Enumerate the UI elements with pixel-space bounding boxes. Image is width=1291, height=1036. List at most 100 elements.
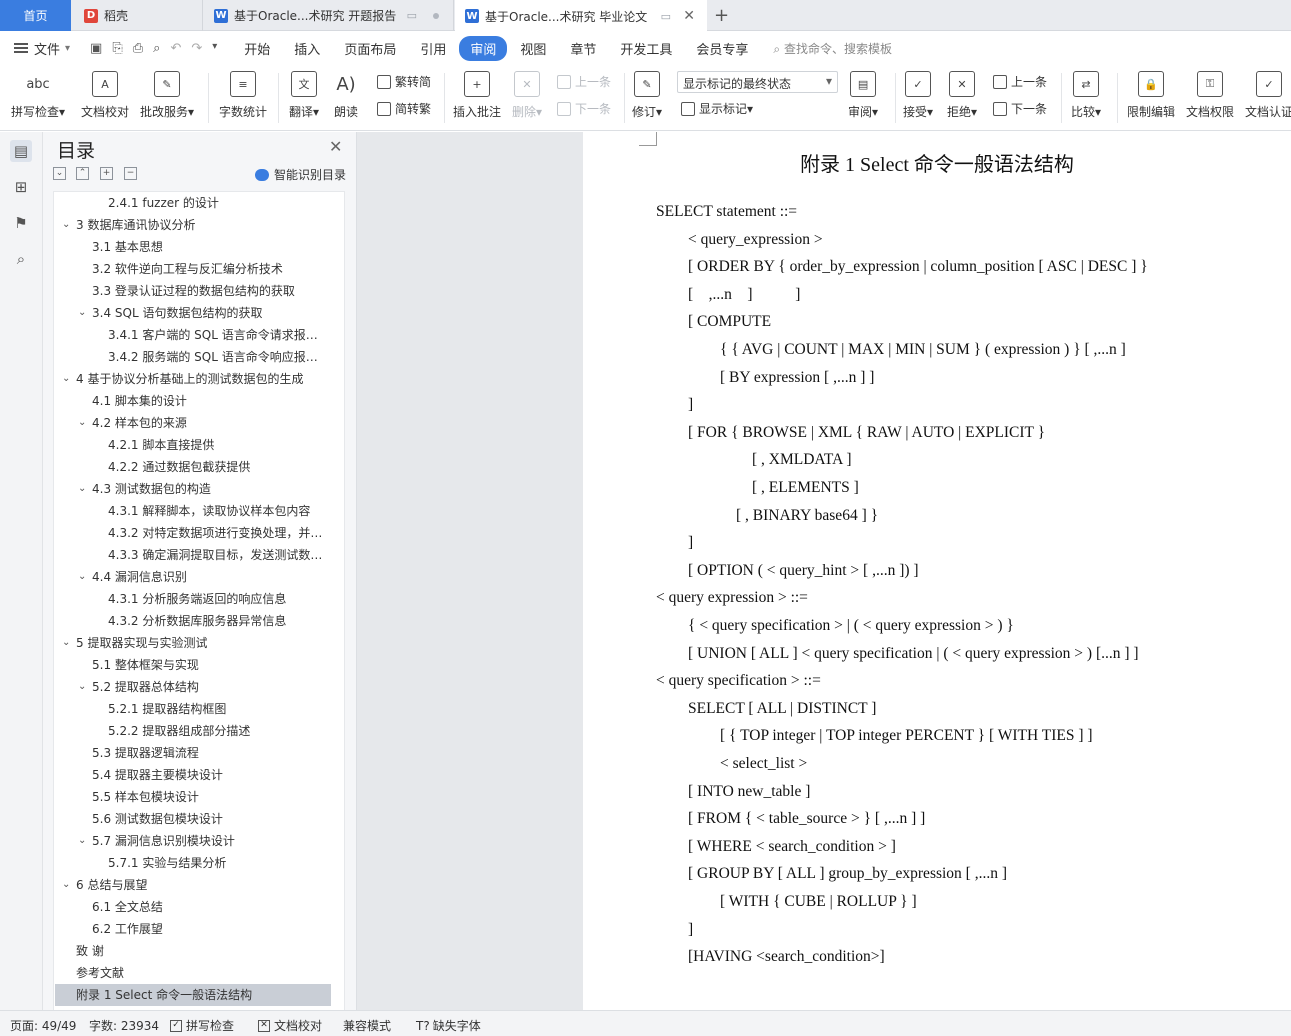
reject-button[interactable]: ✕ 拒绝▾ <box>947 67 977 120</box>
document-page[interactable]: 附录 1 Select 命令一般语法结构 SELECT statement ::… <box>583 132 1291 1010</box>
close-icon[interactable]: ✕ <box>329 137 342 156</box>
doc-permission-button[interactable]: ⚿ 文档权限 <box>1186 67 1234 120</box>
delete-comment-button[interactable]: ✕ 删除▾ <box>512 67 542 120</box>
toc-item[interactable]: 2.4.1 fuzzer 的设计 <box>55 192 331 214</box>
word-count-indicator[interactable]: 字数: 23934 <box>89 1017 159 1034</box>
expand-chevron-icon[interactable]: ⌄ <box>62 368 70 390</box>
menu-insert[interactable]: 插入 <box>283 36 331 61</box>
read-aloud-button[interactable]: A) 朗读 <box>333 67 359 120</box>
word-count-button[interactable]: ≡ 字数统计 <box>219 67 267 120</box>
status-proofread[interactable]: ✕ 文档校对 <box>258 1017 322 1034</box>
toc-item[interactable]: 4.2.1 脚本直接提供 <box>55 434 331 456</box>
trad-to-simp-button[interactable]: 繁转简 <box>377 73 431 90</box>
toc-item[interactable]: 5.7.1 实验与结果分析 <box>55 852 331 874</box>
expand-chevron-icon[interactable]: ⌄ <box>78 478 86 500</box>
toc-item[interactable]: 参考文献 <box>55 962 331 984</box>
menu-home[interactable]: 开始 <box>233 36 281 61</box>
toc-item[interactable]: 5.3 提取器逻辑流程 <box>55 742 331 764</box>
menu-developer[interactable]: 开发工具 <box>609 36 683 61</box>
toc-item[interactable]: 致 谢 <box>55 940 331 962</box>
toc-item[interactable]: 5.6 测试数据包模块设计 <box>55 808 331 830</box>
toc-item[interactable]: 5.2.2 提取器组成部分描述 <box>55 720 331 742</box>
toc-item[interactable]: ⌄ 5 提取器实现与实验测试 <box>55 632 331 654</box>
doc-certify-button[interactable]: ✓ 文档认证 <box>1245 67 1291 120</box>
expand-chevron-icon[interactable]: ⌄ <box>78 412 86 434</box>
toc-item[interactable]: ⌄ 4.3 测试数据包的构造 <box>55 478 331 500</box>
print-icon[interactable]: ⎙ <box>133 41 143 56</box>
toc-item[interactable]: 5.2.1 提取器结构框图 <box>55 698 331 720</box>
toc-item[interactable]: ⌄ 4.4 漏洞信息识别 <box>55 566 331 588</box>
smart-toc-button[interactable]: 智能识别目录 <box>255 166 346 183</box>
toc-pane-icon[interactable]: ▤ <box>10 140 32 162</box>
expand-chevron-icon[interactable]: ⌄ <box>62 214 70 236</box>
accept-button[interactable]: ✓ 接受▾ <box>903 67 933 120</box>
compare-button[interactable]: ⇄ 比较▾ <box>1071 67 1101 120</box>
prev-comment-button[interactable]: 上一条 <box>557 73 611 90</box>
spellcheck-button[interactable]: abc 拼写检查▾ <box>11 67 65 120</box>
next-comment-button[interactable]: 下一条 <box>557 100 611 117</box>
restrict-edit-button[interactable]: 🔒 限制编辑 <box>1127 67 1175 120</box>
menu-view[interactable]: 视图 <box>509 36 557 61</box>
track-changes-button[interactable]: ✎ 修订▾ <box>632 67 662 120</box>
save-icon[interactable]: ▣ <box>90 41 102 56</box>
toc-item[interactable]: ⌄ 4.2 样本包的来源 <box>55 412 331 434</box>
expand-chevron-icon[interactable]: ⌄ <box>78 302 86 324</box>
next-change-button[interactable]: 下一条 <box>993 100 1047 117</box>
expand-chevron-icon[interactable]: ⌄ <box>78 676 86 698</box>
toc-item[interactable]: 6.2 工作展望 <box>55 918 331 940</box>
markup-state-select[interactable]: 显示标记的最终状态 <box>677 71 838 93</box>
toc-item[interactable]: ⌄ 4 基于协议分析基础上的测试数据包的生成 <box>55 368 331 390</box>
toc-item[interactable]: 4.3.1 分析服务端返回的响应信息 <box>55 588 331 610</box>
toc-item[interactable]: 3.4.2 服务端的 SQL 语言命令响应报文结构 <box>55 346 331 368</box>
menu-page-layout[interactable]: 页面布局 <box>333 36 407 61</box>
expand-chevron-icon[interactable]: ⌄ <box>62 632 70 654</box>
toc-item[interactable]: ⌄ 3 数据库通讯协议分析 <box>55 214 331 236</box>
menu-references[interactable]: 引用 <box>409 36 457 61</box>
toc-item[interactable]: 6.1 全文总结 <box>55 896 331 918</box>
prev-change-button[interactable]: 上一条 <box>993 73 1047 90</box>
toc-item[interactable]: ⌄ 3.4 SQL 语句数据包结构的获取 <box>55 302 331 324</box>
file-menu[interactable]: 文件 ▾ <box>14 39 70 58</box>
toc-item[interactable]: 4.2.2 通过数据包截获提供 <box>55 456 331 478</box>
search-icon[interactable]: ⌕ <box>10 248 32 270</box>
command-search[interactable]: ⌕ 查找命令、搜索模板 <box>773 40 892 57</box>
simp-to-trad-button[interactable]: 简转繁 <box>377 100 431 117</box>
show-markup-button[interactable]: 显示标记 ▾ <box>681 100 753 117</box>
close-icon[interactable]: ✕ <box>683 8 695 24</box>
batch-service-button[interactable]: ✎ 批改服务▾ <box>140 67 194 120</box>
expand-chevron-icon[interactable]: ⌄ <box>62 874 70 896</box>
menu-review[interactable]: 审阅 <box>459 35 508 61</box>
toc-item[interactable]: 5.1 整体框架与实现 <box>55 654 331 676</box>
expand-chevron-icon[interactable]: ⌄ <box>78 830 86 852</box>
add-heading-icon[interactable]: + <box>100 167 113 180</box>
translate-button[interactable]: 文 翻译▾ <box>289 67 319 120</box>
undo-icon[interactable]: ↶ <box>170 41 181 56</box>
print-preview-icon[interactable]: ⌕ <box>153 41 160 56</box>
toc-item[interactable]: 3.2 软件逆向工程与反汇编分析技术 <box>55 258 331 280</box>
tab-docer[interactable]: D 稻壳 <box>72 0 203 31</box>
export-pdf-icon[interactable]: ⎘ <box>112 41 122 56</box>
tab-proposal-doc[interactable]: W 基于Oracle...术研究 开题报告 ▭ <box>204 0 454 31</box>
collapse-all-icon[interactable]: ⌃ <box>76 167 89 180</box>
bookmark-icon[interactable]: ⚑ <box>10 212 32 234</box>
toc-item[interactable]: 4.3.2 对特定数据项进行变换处理，并生成测试数据包 <box>55 522 331 544</box>
proofread-button[interactable]: A 文档校对 <box>81 67 129 120</box>
status-spellcheck[interactable]: ✓ 拼写检查 <box>170 1017 234 1034</box>
toc-item[interactable]: 5.5 样本包模块设计 <box>55 786 331 808</box>
menu-member[interactable]: 会员专享 <box>685 36 759 61</box>
insert-comment-button[interactable]: + 插入批注 <box>453 67 501 120</box>
redo-icon[interactable]: ↷ <box>191 41 202 56</box>
tab-thesis-doc[interactable]: W 基于Oracle...术研究 毕业论文 ▭ ✕ <box>455 0 707 32</box>
toc-item[interactable]: 5.4 提取器主要模块设计 <box>55 764 331 786</box>
toc-item[interactable]: ⌄ 5.2 提取器总体结构 <box>55 676 331 698</box>
customize-chevron-icon[interactable]: ▾ <box>212 41 217 56</box>
toc-item[interactable]: ⌄ 5.7 漏洞信息识别模块设计 <box>55 830 331 852</box>
toc-item[interactable]: 3.3 登录认证过程的数据包结构的获取 <box>55 280 331 302</box>
toc-item[interactable]: ⌄ 6 总结与展望 <box>55 874 331 896</box>
new-tab-plus-icon[interactable]: + <box>714 5 729 26</box>
page-indicator[interactable]: 页面: 49/49 <box>10 1017 76 1034</box>
toc-item[interactable]: 4.3.3 确定漏洞提取目标，发送测试数据包 <box>55 544 331 566</box>
chapter-nav-icon[interactable]: ⊞ <box>10 176 32 198</box>
missing-font[interactable]: T? 缺失字体 <box>416 1017 481 1034</box>
toc-item[interactable]: 4.3.1 解释脚本，读取协议样本包内容 <box>55 500 331 522</box>
